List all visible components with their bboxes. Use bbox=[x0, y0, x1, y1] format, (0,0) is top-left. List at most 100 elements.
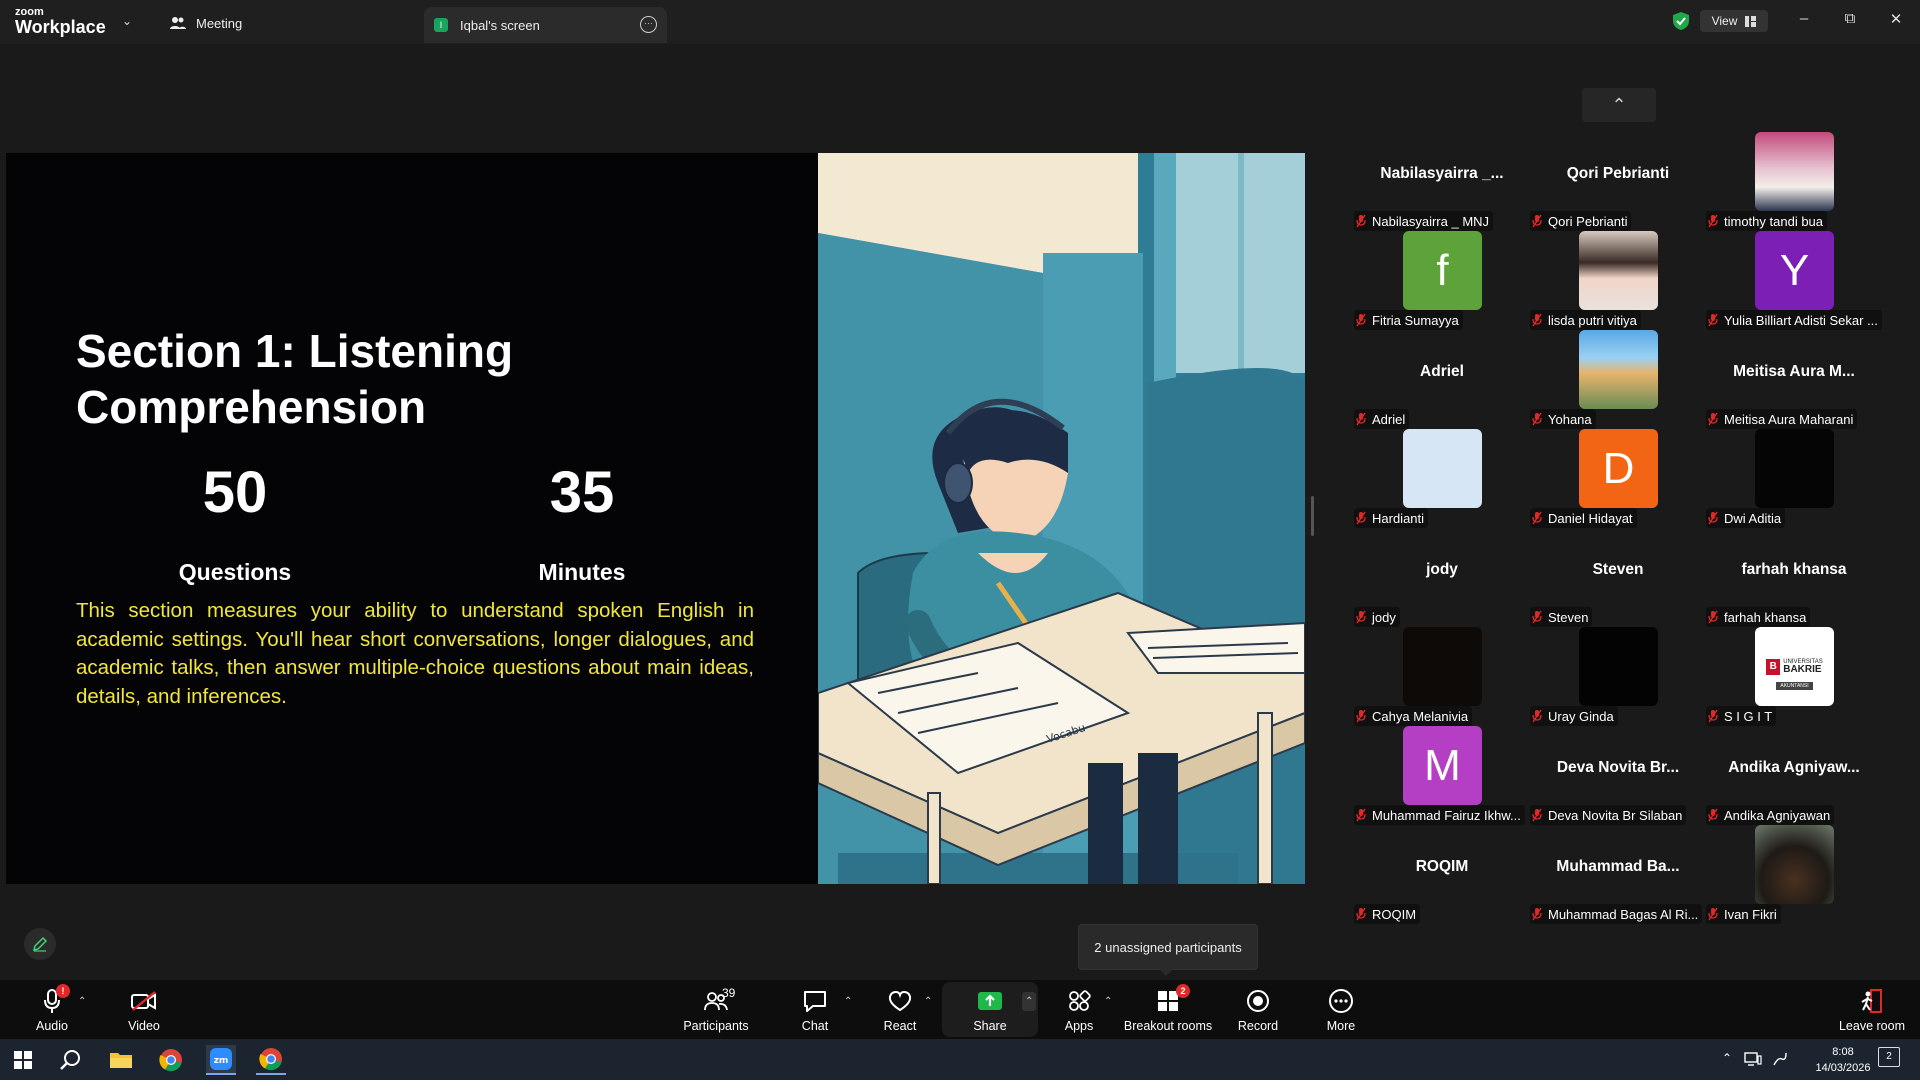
clock-time: 8:08 bbox=[1832, 1046, 1854, 1058]
participant-tile[interactable]: Hardianti bbox=[1354, 429, 1530, 528]
leave-room-icon bbox=[1861, 989, 1882, 1013]
participant-name-label: Fitria Sumayya bbox=[1354, 310, 1463, 330]
pen-tray-icon[interactable] bbox=[1772, 1051, 1788, 1067]
participant-tile[interactable]: Muhammad Ba... Muhammad Bagas Al Ri... bbox=[1530, 825, 1706, 924]
unassigned-participants-tooltip: 2 unassigned participants bbox=[1078, 924, 1258, 976]
windows-start-button[interactable] bbox=[8, 1045, 38, 1075]
participant-display-name: Adriel bbox=[1420, 363, 1464, 380]
participant-tile[interactable]: Yohana bbox=[1530, 330, 1706, 429]
participant-tile[interactable]: Adriel Adriel bbox=[1354, 330, 1530, 429]
leave-room-button[interactable]: Leave room bbox=[1832, 986, 1912, 1033]
participant-name-label: Andika Agniyawan bbox=[1706, 805, 1835, 825]
mic-muted-icon bbox=[1356, 214, 1366, 228]
participant-name: lisda putri vitiya bbox=[1548, 312, 1637, 328]
participant-name: Uray Ginda bbox=[1548, 708, 1614, 724]
record-label: Record bbox=[1237, 1019, 1279, 1033]
taskbar-chrome[interactable] bbox=[156, 1045, 186, 1075]
participant-name-label: Yohana bbox=[1530, 409, 1596, 429]
mic-muted-icon bbox=[1356, 808, 1366, 822]
tray-chevron-up-icon[interactable]: ⌃ bbox=[1722, 1051, 1732, 1065]
participant-tile[interactable]: f Fitria Sumayya bbox=[1354, 231, 1530, 330]
participants-count: 39 bbox=[722, 986, 736, 1000]
panel-resize-handle[interactable] bbox=[1311, 496, 1314, 536]
mic-muted-icon bbox=[1532, 709, 1542, 723]
record-icon bbox=[1247, 990, 1269, 1012]
participant-tile[interactable]: Y Yulia Billiart Adisti Sekar ... bbox=[1706, 231, 1882, 330]
participant-name-label: Nabilasyairra _ MNJ bbox=[1354, 211, 1494, 231]
restore-icon[interactable]: ⧉ bbox=[1840, 10, 1860, 27]
participant-tile[interactable]: B UNIVERSITAS BAKRIE AKUNTANSI S I G I T bbox=[1706, 627, 1882, 726]
participant-tile[interactable]: Andika Agniyaw... Andika Agniyawan bbox=[1706, 726, 1882, 825]
participant-tile[interactable]: Cahya Melanivia bbox=[1354, 627, 1530, 726]
participant-name-label: Meitisa Aura Maharani bbox=[1706, 409, 1858, 429]
mic-muted-icon bbox=[1532, 610, 1542, 624]
breakout-rooms-label: Breakout rooms bbox=[1123, 1019, 1213, 1033]
participant-name-label: Steven bbox=[1530, 607, 1593, 627]
shield-check-icon[interactable] bbox=[1670, 10, 1692, 32]
participant-tile[interactable]: Dwi Aditia bbox=[1706, 429, 1882, 528]
participant-avatar-logo: B UNIVERSITAS BAKRIE AKUNTANSI bbox=[1755, 627, 1834, 706]
zoom-workplace-logo[interactable]: zoom Workplace bbox=[15, 7, 106, 37]
participant-tile[interactable]: Uray Ginda bbox=[1530, 627, 1706, 726]
view-button[interactable]: View bbox=[1700, 10, 1768, 32]
chat-options-caret-icon[interactable]: ⌃ bbox=[844, 996, 852, 1007]
participant-tile[interactable]: Steven Steven bbox=[1530, 528, 1706, 627]
share-options-caret-icon[interactable]: ⌃ bbox=[1022, 992, 1037, 1011]
audio-button[interactable]: ! Audio bbox=[12, 984, 92, 1033]
taskbar-zoom[interactable]: zm bbox=[206, 1045, 236, 1075]
audio-options-caret-icon[interactable]: ⌃ bbox=[78, 996, 86, 1007]
apps-button[interactable]: Apps bbox=[1039, 986, 1119, 1033]
chat-button[interactable]: Chat bbox=[775, 986, 855, 1033]
participant-tile[interactable]: lisda putri vitiya bbox=[1530, 231, 1706, 330]
mic-muted-icon bbox=[1708, 313, 1718, 327]
participant-tile[interactable]: Qori Pebrianti Qori Pebrianti bbox=[1530, 132, 1706, 231]
annotate-pencil-button[interactable] bbox=[24, 928, 56, 960]
participant-tile[interactable]: Meitisa Aura M... Meitisa Aura Maharani bbox=[1706, 330, 1882, 429]
participant-name: Muhammad Bagas Al Ri... bbox=[1548, 906, 1699, 922]
participant-tile[interactable]: Ivan Fikri bbox=[1706, 825, 1882, 924]
react-button[interactable]: React bbox=[860, 986, 940, 1033]
video-button[interactable]: Video bbox=[104, 986, 184, 1033]
slide-illustration: Vocabu bbox=[818, 153, 1305, 884]
minimize-icon[interactable]: – bbox=[1794, 10, 1814, 27]
participant-name-label: Deva Novita Br Silaban bbox=[1530, 805, 1687, 825]
taskbar-clock[interactable]: 8:08 14/03/2026 bbox=[1808, 1044, 1878, 1076]
stat-questions-label: Questions bbox=[178, 559, 292, 585]
tab-iqbal-screen[interactable]: I Iqbal's screen ··· bbox=[424, 7, 667, 43]
close-icon[interactable]: ✕ bbox=[1886, 10, 1906, 28]
participant-video bbox=[1579, 330, 1658, 409]
participant-name: Dwi Aditia bbox=[1724, 510, 1782, 526]
share-label: Share bbox=[973, 1019, 1007, 1033]
participant-name-label: Uray Ginda bbox=[1530, 706, 1618, 726]
stat-questions-value: 50 bbox=[202, 460, 268, 525]
shared-slide-text-panel: Section 1: Listening Comprehension 50 Qu… bbox=[6, 153, 818, 884]
participant-tile[interactable]: M Muhammad Fairuz Ikhw... bbox=[1354, 726, 1530, 825]
participant-tile[interactable]: Deva Novita Br... Deva Novita Br Silaban bbox=[1530, 726, 1706, 825]
participant-tile[interactable]: D Daniel Hidayat bbox=[1530, 429, 1706, 528]
grid-icon bbox=[1745, 15, 1757, 27]
apps-options-caret-icon[interactable]: ⌃ bbox=[1104, 996, 1112, 1007]
taskbar-chrome-active[interactable] bbox=[256, 1045, 286, 1075]
share-button[interactable]: Share bbox=[950, 986, 1030, 1033]
react-options-caret-icon[interactable]: ⌃ bbox=[924, 996, 932, 1007]
mic-muted-icon bbox=[1532, 808, 1542, 822]
network-icon[interactable] bbox=[1744, 1052, 1762, 1066]
record-button[interactable]: Record bbox=[1218, 986, 1298, 1033]
participant-tile[interactable]: ROQIM ROQIM bbox=[1354, 825, 1530, 924]
participant-tile[interactable]: timothy tandi bua bbox=[1706, 132, 1882, 231]
participant-tile[interactable]: Nabilasyairra _... Nabilasyairra _ MNJ bbox=[1354, 132, 1530, 231]
gallery-scroll-up-button[interactable]: ⌃ bbox=[1582, 88, 1656, 122]
more-options-icon[interactable]: ··· bbox=[640, 16, 657, 33]
taskbar-file-explorer[interactable] bbox=[106, 1045, 136, 1075]
mic-muted-icon bbox=[1532, 511, 1542, 525]
more-button[interactable]: More bbox=[1301, 986, 1381, 1033]
breakout-rooms-button[interactable]: 2 Breakout rooms bbox=[1118, 984, 1218, 1033]
tab-meeting[interactable]: Meeting bbox=[170, 10, 242, 36]
chevron-down-icon[interactable]: ⌄ bbox=[122, 14, 132, 28]
share-screen-icon bbox=[978, 992, 1002, 1010]
taskbar-search-button[interactable] bbox=[56, 1045, 86, 1075]
participants-button[interactable]: 39 Participants bbox=[666, 986, 766, 1033]
notification-center-button[interactable]: 2 bbox=[1878, 1047, 1900, 1067]
participant-tile[interactable]: jody jody bbox=[1354, 528, 1530, 627]
participant-tile[interactable]: farhah khansa farhah khansa bbox=[1706, 528, 1882, 627]
